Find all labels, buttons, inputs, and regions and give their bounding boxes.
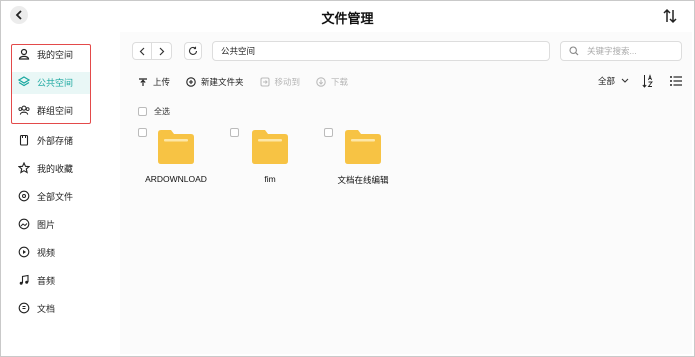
file-checkbox[interactable] bbox=[230, 128, 239, 137]
plus-circle-icon bbox=[186, 77, 196, 87]
file-name: ARDOWNLOAD bbox=[145, 174, 207, 184]
sidebar-item-favorites[interactable]: 我的收藏 bbox=[18, 156, 118, 180]
sidebar-item-videos[interactable]: 视频 bbox=[18, 240, 118, 264]
video-icon bbox=[18, 246, 30, 258]
sidebar-item-images[interactable]: 图片 bbox=[18, 212, 118, 236]
sidebar-item-label: 文档 bbox=[37, 303, 56, 314]
sort-arrows-icon[interactable] bbox=[663, 8, 677, 24]
file-name: fim bbox=[264, 174, 276, 184]
upload-label: 上传 bbox=[153, 77, 171, 87]
sidebar-item-label: 图片 bbox=[37, 219, 56, 230]
app-title: 文件管理 bbox=[321, 11, 374, 26]
file-item-fim[interactable]: fim bbox=[230, 128, 320, 188]
select-all-label: 全选 bbox=[154, 107, 170, 116]
image-icon bbox=[18, 218, 30, 230]
sidebar-item-external-storage[interactable]: 外部存储 bbox=[18, 128, 118, 152]
sort-az-icon[interactable] bbox=[642, 74, 654, 88]
sidebar-item-documents[interactable]: 文档 bbox=[18, 296, 118, 320]
sidebar-item-label: 外部存储 bbox=[37, 135, 74, 146]
search-icon bbox=[569, 46, 579, 56]
download-button[interactable]: 下载 bbox=[316, 76, 348, 88]
filter-dropdown[interactable]: 全部 bbox=[598, 75, 629, 87]
upload-button[interactable]: 上传 bbox=[138, 76, 170, 88]
star-icon bbox=[18, 162, 30, 174]
search-input[interactable] bbox=[587, 46, 677, 56]
sidebar-item-label: 全部文件 bbox=[37, 191, 74, 202]
move-to-label: 移动到 bbox=[274, 77, 301, 87]
annotation-highlight-box bbox=[11, 44, 91, 124]
nav-back-button[interactable] bbox=[133, 43, 153, 59]
folder-icon bbox=[252, 130, 288, 164]
folder-icon bbox=[345, 130, 381, 164]
new-folder-label: 新建文件夹 bbox=[201, 77, 244, 87]
main-content: 公共空间 上传 新建文件夹 移动到 下载 全部 bbox=[120, 32, 692, 354]
sidebar-item-label: 我的收藏 bbox=[37, 163, 74, 174]
sidebar-item-label: 视频 bbox=[37, 247, 56, 258]
select-all-checkbox[interactable]: 全选 bbox=[138, 106, 170, 117]
path-field[interactable]: 公共空间 bbox=[212, 41, 550, 61]
history-nav bbox=[132, 42, 172, 60]
file-item-ardownload[interactable]: ARDOWNLOAD bbox=[138, 128, 228, 188]
storage-icon bbox=[18, 134, 30, 146]
new-folder-button[interactable]: 新建文件夹 bbox=[186, 76, 244, 88]
checkbox[interactable] bbox=[138, 107, 147, 116]
audio-icon bbox=[18, 274, 30, 286]
chevron-right-icon bbox=[159, 47, 164, 55]
list-view-icon[interactable] bbox=[670, 76, 682, 86]
sidebar-item-label: 音频 bbox=[37, 275, 56, 286]
chevron-down-icon bbox=[621, 78, 629, 83]
move-icon bbox=[259, 77, 270, 87]
folder-icon bbox=[158, 130, 194, 164]
refresh-icon bbox=[189, 46, 198, 55]
file-name: 文档在线编辑 bbox=[337, 175, 389, 185]
title-bar: 文件管理 bbox=[0, 0, 695, 32]
file-checkbox[interactable] bbox=[324, 128, 333, 137]
file-checkbox[interactable] bbox=[138, 128, 147, 137]
all-files-icon bbox=[18, 190, 30, 202]
document-icon bbox=[18, 302, 30, 314]
search-box[interactable] bbox=[560, 41, 682, 61]
toolbar: 上传 新建文件夹 移动到 下载 bbox=[138, 74, 364, 90]
nav-forward-button[interactable] bbox=[152, 43, 171, 59]
filter-label: 全部 bbox=[598, 76, 616, 86]
upload-icon bbox=[138, 77, 148, 87]
refresh-button[interactable] bbox=[184, 42, 202, 60]
sidebar-item-audio[interactable]: 音频 bbox=[18, 268, 118, 292]
move-to-button[interactable]: 移动到 bbox=[259, 76, 301, 88]
sidebar-item-all-files[interactable]: 全部文件 bbox=[18, 184, 118, 208]
file-item-online-docs[interactable]: 文档在线编辑 bbox=[324, 128, 414, 188]
download-icon bbox=[316, 77, 326, 87]
chevron-left-icon bbox=[139, 47, 145, 55]
download-label: 下载 bbox=[331, 77, 349, 87]
